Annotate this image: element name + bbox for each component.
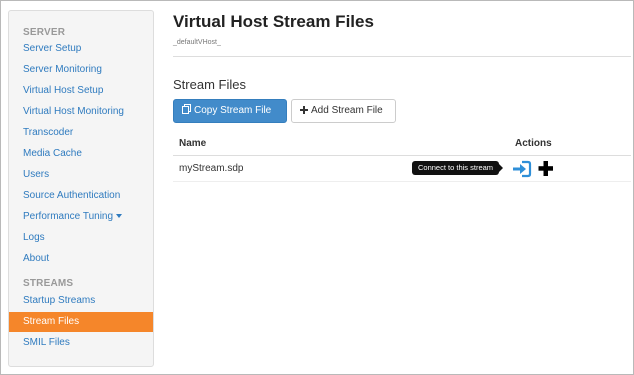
table-row: myStream.sdp Connect to this stream (173, 156, 631, 182)
sidebar-item-server-monitoring[interactable]: Server Monitoring (9, 60, 153, 80)
sidebar-section-server: SERVER (23, 27, 66, 38)
add-stream-file-label: Add Stream File (311, 105, 383, 116)
column-header-name: Name (179, 138, 207, 149)
add-icon[interactable] (537, 159, 555, 179)
sidebar-item-logs[interactable]: Logs (9, 228, 153, 248)
sidebar-item-about[interactable]: About (9, 249, 153, 269)
copy-icon (182, 100, 191, 122)
chevron-down-icon (116, 214, 123, 219)
sidebar-item-server-setup[interactable]: Server Setup (9, 39, 153, 59)
plus-icon (300, 100, 308, 122)
sidebar-item-virtual-host-monitoring[interactable]: Virtual Host Monitoring (9, 102, 153, 122)
sidebar-item-stream-files[interactable]: Stream Files (9, 312, 153, 332)
sidebar-item-virtual-host-setup[interactable]: Virtual Host Setup (9, 81, 153, 101)
sidebar-item-media-cache[interactable]: Media Cache (9, 144, 153, 164)
sidebar-item-label: Performance Tuning (23, 211, 114, 222)
sidebar-item-transcoder[interactable]: Transcoder (9, 123, 153, 143)
sidebar-section-streams: STREAMS (23, 278, 74, 289)
add-stream-file-button[interactable]: Add Stream File (291, 99, 396, 123)
app-window: SERVER Server Setup Server Monitoring Vi… (0, 0, 634, 375)
sidebar-item-performance-tuning[interactable]: Performance Tuning (9, 207, 153, 227)
sidebar: SERVER Server Setup Server Monitoring Vi… (8, 10, 154, 367)
sidebar-item-smil-files[interactable]: SMIL Files (9, 333, 153, 353)
sidebar-item-startup-streams[interactable]: Startup Streams (9, 291, 153, 311)
sidebar-item-users[interactable]: Users (9, 165, 153, 185)
column-header-actions: Actions (515, 138, 552, 149)
page-subtitle: _defaultVHost_ (173, 39, 221, 46)
section-title: Stream Files (173, 77, 246, 92)
page-title: Virtual Host Stream Files (173, 12, 374, 31)
divider (173, 56, 631, 57)
copy-stream-file-button[interactable]: Copy Stream File (173, 99, 287, 123)
tooltip: Connect to this stream (412, 161, 504, 175)
copy-stream-file-label: Copy Stream File (194, 105, 272, 116)
table-header: Name Actions (173, 131, 631, 156)
stream-file-name[interactable]: myStream.sdp (179, 163, 243, 174)
connect-icon[interactable] (512, 159, 532, 179)
sidebar-item-source-authentication[interactable]: Source Authentication (9, 186, 153, 206)
